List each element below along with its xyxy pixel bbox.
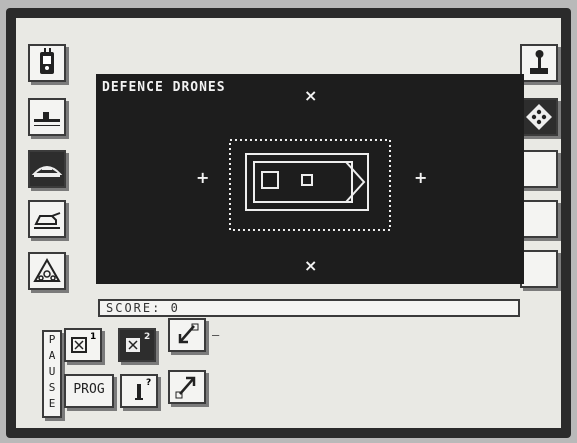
- info-number: ?: [146, 378, 152, 388]
- drone-2-button[interactable]: 2: [118, 328, 156, 362]
- drone-icon: [40, 48, 54, 74]
- pause-letter: U: [48, 365, 56, 378]
- score-label: SCORE:: [106, 301, 162, 315]
- program-label: PROG: [73, 382, 105, 397]
- drone-1-number: 1: [90, 332, 97, 342]
- score-value: 0: [170, 301, 180, 315]
- shrink-indicator: –: [212, 328, 220, 342]
- expand-arrow-icon: [175, 376, 196, 399]
- drone-schematic: [229, 139, 391, 231]
- drone-2-number: 2: [144, 332, 151, 342]
- ship-icon: [34, 112, 60, 126]
- drone-1-button[interactable]: 1: [64, 328, 102, 362]
- triangle-tool-button[interactable]: [28, 252, 66, 290]
- tank-tool-button[interactable]: [28, 200, 66, 238]
- pause-letter: P: [48, 333, 56, 346]
- tank-icon: [34, 212, 61, 229]
- dice-tool-button[interactable]: [520, 98, 558, 136]
- expand-button[interactable]: [168, 370, 206, 404]
- joystick-icon: [530, 50, 548, 74]
- pause-letter: E: [48, 397, 56, 410]
- info-button[interactable]: ?: [120, 374, 158, 408]
- pause-letter: A: [48, 349, 56, 362]
- game-panel: DEFENCE DRONES × × + + SCORE: 0 P A U S …: [16, 18, 561, 428]
- shrink-button[interactable]: [168, 318, 206, 352]
- pause-letter: S: [48, 381, 56, 394]
- program-button[interactable]: PROG: [64, 374, 114, 408]
- empty-slot-button-1[interactable]: [520, 150, 558, 188]
- joystick-tool-button[interactable]: [520, 44, 558, 82]
- empty-slot-button-3[interactable]: [520, 250, 558, 288]
- triangle-icon: [33, 257, 61, 282]
- dice-icon: [526, 104, 552, 130]
- hovercraft-icon: [31, 166, 63, 177]
- game-viewport[interactable]: DEFENCE DRONES × × + +: [96, 74, 524, 284]
- shrink-arrow-icon: [178, 323, 199, 344]
- score-bar: SCORE: 0: [98, 299, 520, 317]
- hovercraft-tool-button[interactable]: [28, 150, 66, 188]
- empty-slot-button-2[interactable]: [520, 200, 558, 238]
- drone-tool-button[interactable]: [28, 44, 66, 82]
- pause-button[interactable]: P A U S E: [42, 330, 62, 418]
- ship-tool-button[interactable]: [28, 98, 66, 136]
